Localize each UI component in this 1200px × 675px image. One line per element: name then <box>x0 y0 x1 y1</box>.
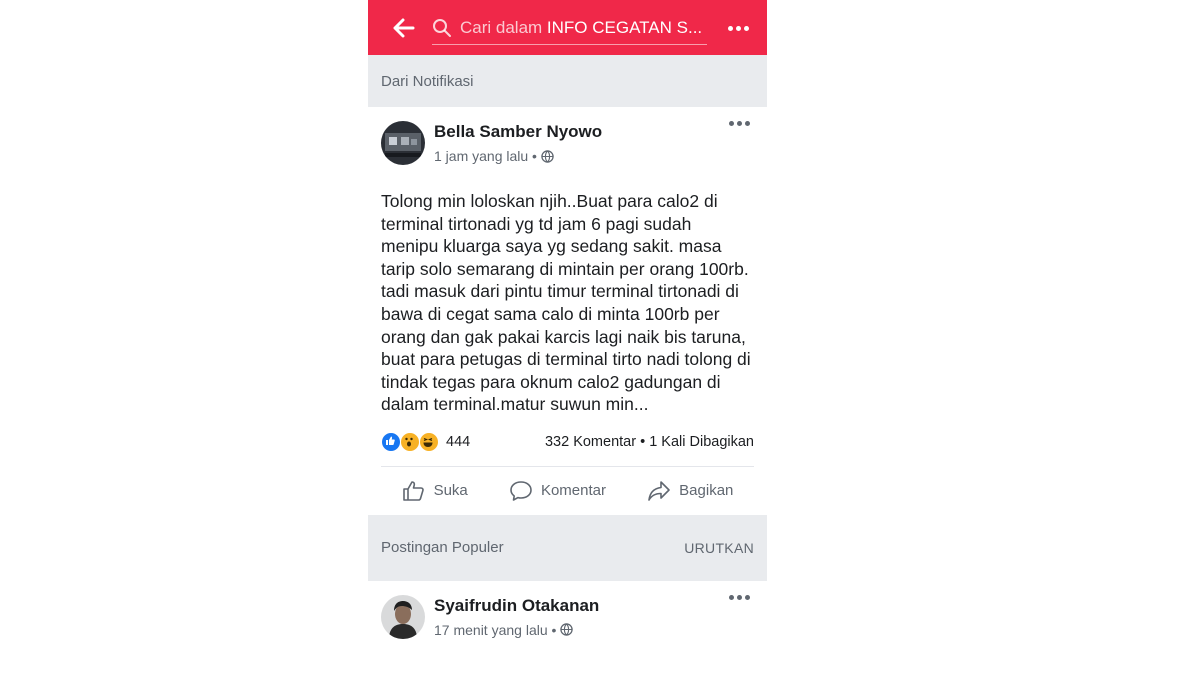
post-time: 1 jam yang lalu • <box>434 148 602 164</box>
engagement-counts: 332 Komentar • 1 Kali Dibagikan <box>545 434 754 450</box>
reaction-count: 444 <box>446 433 471 450</box>
post-time: 17 menit yang lalu • <box>434 622 599 638</box>
post-more-button[interactable] <box>729 121 750 126</box>
comment-icon <box>510 481 532 501</box>
back-arrow-icon <box>393 18 415 37</box>
globe-icon <box>560 623 574 637</box>
separator-dot: • <box>640 433 646 450</box>
post-text: Tolong min loloskan njih..Buat para calo… <box>381 191 751 415</box>
post-time-text: 1 jam yang lalu • <box>434 148 537 164</box>
post-card: Syaifrudin Otakanan 17 menit yang lalu • <box>368 581 767 639</box>
more-icon <box>729 121 750 126</box>
section-header-notification: Dari Notifikasi <box>368 55 767 107</box>
more-options-button[interactable] <box>723 14 753 42</box>
comment-button[interactable]: Komentar <box>509 480 606 502</box>
post-header: Bella Samber Nyowo 1 jam yang lalu • <box>381 107 754 165</box>
back-button[interactable] <box>384 8 424 48</box>
phone-screen: Cari dalam INFO CEGATAN S... Dari Notifi… <box>368 0 767 675</box>
like-button[interactable]: Suka <box>402 480 468 502</box>
post-time-text: 17 menit yang lalu • <box>434 621 557 638</box>
top-bar: Cari dalam INFO CEGATAN S... <box>368 0 767 55</box>
comment-label: Komentar <box>540 482 606 500</box>
post-actions: Suka Komentar Bagikan <box>381 465 754 515</box>
post-meta: Syaifrudin Otakanan 17 menit yang lalu • <box>434 596 599 638</box>
post-stats: 444 332 Komentar • 1 Kali Dibagikan <box>381 431 754 452</box>
share-button[interactable]: Bagikan <box>647 480 733 502</box>
reactions-summary[interactable]: 444 <box>381 431 471 452</box>
sort-button[interactable]: URUTKAN <box>684 540 754 556</box>
more-icon <box>729 594 750 600</box>
share-count[interactable]: 1 Kali Dibagikan <box>649 434 754 450</box>
section-header-popular: Postingan Populer URUTKAN <box>368 514 767 581</box>
more-icon <box>727 25 749 31</box>
avatar[interactable] <box>381 594 425 639</box>
thumbs-up-icon <box>402 481 424 501</box>
author-name[interactable]: Bella Samber Nyowo <box>434 122 602 142</box>
like-reaction-icon <box>381 431 401 452</box>
section-label: Dari Notifikasi <box>381 72 474 90</box>
search-icon <box>432 17 454 39</box>
search-group-name: INFO CEGATAN S... <box>546 18 703 37</box>
post-header: Syaifrudin Otakanan 17 menit yang lalu • <box>381 581 754 639</box>
post-more-button[interactable] <box>729 594 750 600</box>
wow-reaction-icon <box>400 431 420 452</box>
search-placeholder: Cari dalam INFO CEGATAN S... <box>460 18 705 38</box>
section-label: Postingan Populer <box>381 539 504 557</box>
like-label: Suka <box>433 482 468 500</box>
search-input[interactable]: Cari dalam INFO CEGATAN S... <box>432 12 707 45</box>
comment-count[interactable]: 332 Komentar <box>545 434 636 450</box>
avatar[interactable] <box>381 121 425 165</box>
haha-reaction-icon <box>419 431 439 452</box>
post-meta: Bella Samber Nyowo 1 jam yang lalu • <box>434 122 602 164</box>
globe-icon <box>541 149 554 163</box>
post-card: Bella Samber Nyowo 1 jam yang lalu • Tol… <box>368 107 767 515</box>
share-label: Bagikan <box>679 482 734 500</box>
share-icon <box>648 481 670 501</box>
search-prefix: Cari dalam <box>460 18 547 37</box>
author-name[interactable]: Syaifrudin Otakanan <box>434 596 599 616</box>
